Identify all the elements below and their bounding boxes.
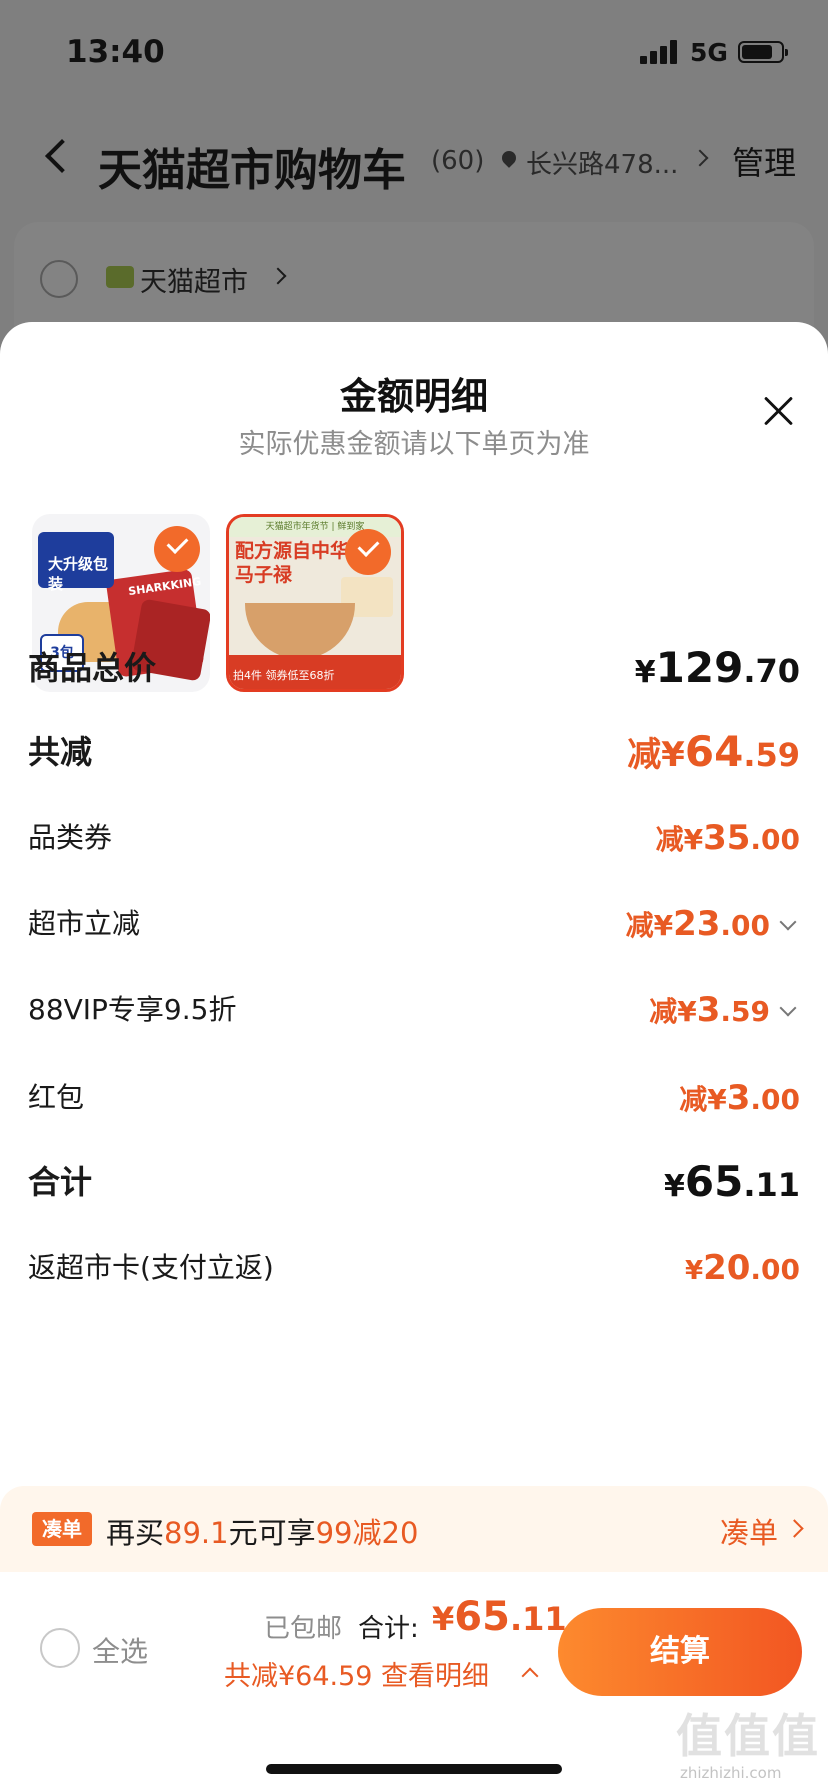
currency-prefix: ¥ — [432, 1600, 455, 1638]
tmall-supermarket-logo-icon — [106, 266, 134, 288]
row-label: 88VIP专享9.5折 — [28, 993, 237, 1026]
back-icon[interactable] — [45, 139, 79, 173]
row-value: ¥65.11 — [664, 1152, 800, 1221]
product-headline: 大升级包装 — [48, 555, 109, 593]
watermark: 值值值 — [676, 1709, 820, 1763]
row-label: 红包 — [28, 1081, 85, 1114]
currency-prefix: 减¥ — [625, 909, 674, 942]
status-bar: 13:40 5G — [0, 0, 828, 104]
row-value: 减¥23.00 — [626, 894, 770, 960]
currency-prefix: 减¥ — [655, 823, 704, 856]
promo-amount: 89.1 — [164, 1516, 229, 1550]
vip-discount-row[interactable]: 88VIP专享9.5折 减¥3.59 — [28, 980, 800, 1040]
promo-tag: 凑单 — [32, 1512, 92, 1546]
currency-prefix: ¥ — [684, 1256, 704, 1286]
select-all-radio[interactable] — [40, 1628, 80, 1668]
row-value: ¥20.00 — [685, 1238, 800, 1304]
chevron-down-icon[interactable] — [779, 999, 797, 1017]
currency-prefix: 减¥ — [649, 995, 697, 1028]
amount-int: 35 — [703, 818, 751, 858]
delivery-address[interactable]: 长兴路478... — [526, 144, 678, 181]
red-packet-row: 红包 减¥3.00 — [28, 1068, 800, 1128]
signal-icon — [640, 40, 680, 64]
checkmark-icon — [154, 526, 200, 572]
cashback-row: 返超市卡(支付立返) ¥20.00 — [28, 1238, 800, 1298]
cart-count: (60) — [431, 146, 485, 176]
cart-title: 天猫超市购物车 — [98, 145, 406, 196]
row-label: 返超市卡(支付立返) — [28, 1251, 274, 1284]
home-indicator — [266, 1764, 562, 1774]
amount-dec: .11 — [743, 1166, 800, 1204]
chevron-up-icon[interactable] — [521, 1667, 539, 1685]
category-coupon-row: 品类券 减¥35.00 — [28, 808, 800, 868]
store-select-radio[interactable] — [40, 260, 78, 298]
view-details-link[interactable]: 共减¥64.59 查看明细 — [224, 1654, 489, 1693]
row-label: 商品总价 — [28, 649, 157, 687]
amount-int: 3 — [696, 990, 721, 1030]
goods-total-row: 商品总价 ¥129.70 — [28, 638, 800, 698]
product-headline: 配方源自中华马子禄 — [235, 540, 350, 586]
row-label: 超市立减 — [28, 907, 141, 940]
amount-dec: .00 — [750, 823, 800, 856]
chevron-right-icon — [785, 1519, 804, 1538]
promo-text-mid: 元可享 — [228, 1516, 316, 1550]
amount-dec: .70 — [743, 652, 800, 690]
amount-int: 129 — [655, 643, 744, 692]
watermark-url: zhizhizhi.com — [680, 1764, 782, 1782]
row-value: 减¥64.59 — [627, 722, 800, 791]
amount-int: 65 — [684, 1157, 744, 1206]
promo-text-before: 再买 — [106, 1516, 165, 1550]
amount-dec: .11 — [509, 1600, 567, 1638]
add-on-link[interactable]: 凑单 — [720, 1510, 778, 1552]
amount-dec: .59 — [743, 736, 800, 774]
amount-dec: .00 — [720, 909, 770, 942]
select-all-label[interactable]: 全选 — [92, 1630, 148, 1670]
currency-prefix: ¥ — [663, 1169, 685, 1204]
row-value: 减¥35.00 — [656, 808, 800, 874]
battery-icon — [738, 41, 788, 63]
checkout-button[interactable]: 结算 — [558, 1608, 802, 1696]
close-icon[interactable] — [762, 394, 796, 428]
promo-offer: 99减20 — [315, 1516, 419, 1550]
row-value: ¥129.70 — [635, 638, 800, 707]
total-label: 合计: — [358, 1614, 419, 1644]
location-pin-icon — [499, 148, 519, 168]
total-discount-row: 共减 减¥64.59 — [28, 722, 800, 782]
amount-dec: .59 — [720, 995, 770, 1028]
store-name[interactable]: 天猫超市 — [140, 260, 248, 299]
status-time: 13:40 — [66, 34, 165, 70]
row-value: 减¥3.00 — [679, 1068, 800, 1134]
product-banner: 大升级包装 — [38, 532, 114, 593]
subtotal-row: 合计 ¥65.11 — [28, 1152, 800, 1212]
network-type: 5G — [690, 38, 728, 67]
amount-int: 3 — [726, 1078, 751, 1118]
promo-bar[interactable]: 凑单 再买89.1元可享99减20 凑单 — [0, 1486, 828, 1572]
amount-int: 65 — [454, 1594, 510, 1640]
amount-int: 23 — [673, 904, 721, 944]
amount-dec: .00 — [750, 1083, 800, 1116]
chevron-down-icon[interactable] — [779, 913, 797, 931]
manage-button[interactable]: 管理 — [732, 138, 796, 184]
chevron-right-icon — [691, 149, 709, 167]
total-value: ¥65.11 — [432, 1594, 567, 1640]
checkmark-icon — [345, 529, 391, 575]
supermarket-discount-row[interactable]: 超市立减 减¥23.00 — [28, 894, 800, 954]
row-label: 共减 — [28, 733, 93, 771]
amount-int: 20 — [703, 1248, 751, 1288]
sheet-subtitle: 实际优惠金额请以下单页为准 — [238, 429, 590, 460]
promo-text: 再买89.1元可享99减20 — [106, 1510, 418, 1552]
row-label: 合计 — [28, 1163, 93, 1201]
row-value: 减¥3.59 — [649, 980, 770, 1046]
free-shipping-label: 已包邮 — [264, 1614, 343, 1644]
amount-int: 64 — [684, 727, 744, 776]
currency-prefix: ¥ — [634, 655, 656, 690]
currency-prefix: 减¥ — [627, 735, 685, 775]
sheet-title: 金额明细 — [340, 375, 488, 418]
row-label: 品类券 — [28, 821, 113, 854]
currency-prefix: 减¥ — [679, 1083, 727, 1116]
cart-header: 天猫超市购物车 (60) 长兴路478... 管理 — [0, 120, 828, 200]
chevron-right-icon — [269, 267, 287, 285]
amount-dec: .00 — [750, 1253, 800, 1286]
